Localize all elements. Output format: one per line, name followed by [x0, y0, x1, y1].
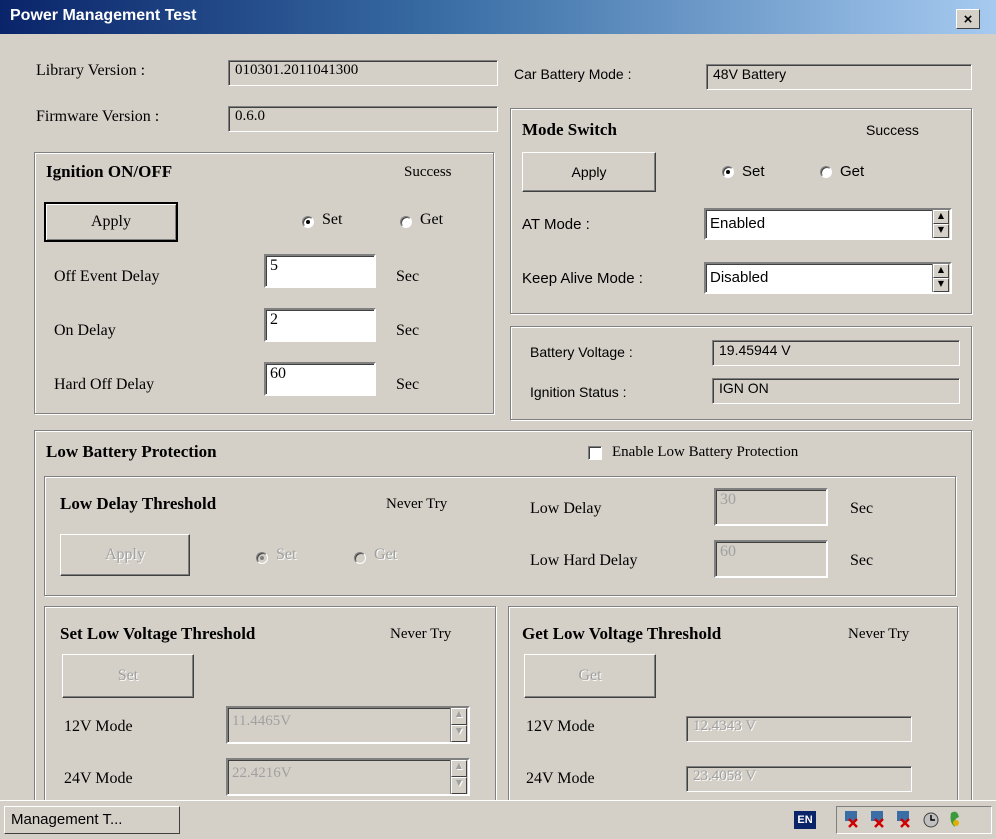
low-hard-delay-label: Low Hard Delay	[530, 552, 638, 569]
tray-app-icon[interactable]	[950, 811, 960, 827]
get-24v-field: 23.4058 V	[686, 766, 912, 792]
car-battery-mode-label: Car Battery Mode :	[514, 66, 632, 82]
set-low-voltage-button[interactable]: Set	[62, 654, 194, 698]
keep-alive-mode-label: Keep Alive Mode :	[522, 270, 643, 287]
on-delay-unit: Sec	[396, 322, 420, 339]
spin-down-icon[interactable]: ▼	[933, 224, 949, 238]
off-event-delay-label: Off Event Delay	[54, 268, 160, 285]
language-indicator[interactable]: EN	[794, 811, 816, 829]
off-event-delay-input[interactable]: 5	[264, 254, 376, 288]
off-event-delay-unit: Sec	[396, 268, 420, 285]
set-24v-spinbox[interactable]: 22.4216V ▲ ▼	[226, 758, 470, 796]
spin-up-icon[interactable]: ▲	[451, 760, 467, 777]
get-low-voltage-button[interactable]: Get	[524, 654, 656, 698]
ignition-status-field: IGN ON	[712, 378, 960, 404]
set-24v-spin-buttons[interactable]: ▲ ▼	[450, 760, 468, 794]
get-24v-mode-label: 24V Mode	[526, 770, 595, 787]
close-button[interactable]: ×	[956, 9, 980, 29]
battery-voltage-field: 19.45944 V	[712, 340, 960, 366]
get-low-voltage-status: Never Try	[848, 626, 910, 642]
mode-switch-get-radio[interactable]	[820, 166, 832, 178]
on-delay-label: On Delay	[54, 322, 116, 339]
low-delay-unit: Sec	[850, 500, 874, 517]
mode-switch-set-radio[interactable]	[722, 166, 734, 178]
ignition-get-radio[interactable]	[400, 216, 412, 228]
window-title: Power Management Test	[10, 7, 197, 24]
enable-low-battery-label: Enable Low Battery Protection	[612, 444, 799, 460]
spin-down-icon[interactable]: ▼	[933, 278, 949, 292]
low-delay-set-label: Set	[276, 546, 297, 563]
set-low-voltage-status: Never Try	[390, 626, 452, 642]
spin-down-icon[interactable]: ▼	[451, 725, 467, 742]
ignition-apply-button[interactable]: Apply	[44, 202, 178, 242]
low-delay-input[interactable]: 30	[714, 488, 828, 526]
set-low-voltage-title: Set Low Voltage Threshold	[60, 624, 256, 643]
firmware-version-field: 0.6.0	[228, 106, 498, 132]
low-delay-threshold-title: Low Delay Threshold	[60, 494, 217, 513]
ignition-status: Success	[404, 164, 452, 180]
set-24v-value: 22.4216V	[232, 765, 292, 781]
mode-switch-get-label: Get	[840, 163, 865, 180]
keep-alive-spin-buttons[interactable]: ▲ ▼	[932, 264, 950, 292]
at-mode-value: Enabled	[710, 215, 766, 232]
get-low-voltage-title: Get Low Voltage Threshold	[522, 624, 722, 643]
low-delay-threshold-status: Never Try	[386, 496, 448, 512]
clock-icon[interactable]	[923, 812, 939, 828]
spin-up-icon[interactable]: ▲	[933, 210, 949, 224]
hard-off-delay-input[interactable]: 60	[264, 362, 376, 396]
low-hard-delay-input[interactable]: 60	[714, 540, 828, 578]
taskbar-task-button[interactable]: Management T...	[4, 806, 180, 834]
get-12v-field: 12.4343 V	[686, 716, 912, 742]
low-delay-get-radio[interactable]	[354, 552, 366, 564]
firmware-version-label: Firmware Version :	[36, 108, 160, 125]
low-delay-get-label: Get	[374, 546, 398, 563]
keep-alive-mode-spinbox[interactable]: Disabled ▲ ▼	[704, 262, 952, 294]
car-battery-mode-field: 48V Battery	[706, 64, 972, 90]
network-disconnected-icon[interactable]	[871, 811, 884, 828]
get-12v-mode-label: 12V Mode	[526, 718, 595, 735]
at-mode-spin-buttons[interactable]: ▲ ▼	[932, 210, 950, 238]
title-bar: Power Management Test ×	[0, 0, 996, 34]
hard-off-delay-unit: Sec	[396, 376, 420, 393]
spin-down-icon[interactable]: ▼	[451, 777, 467, 794]
network-disconnected-icon[interactable]	[897, 811, 910, 828]
system-tray	[836, 806, 992, 834]
at-mode-label: AT Mode :	[522, 216, 590, 233]
set-12v-spinbox[interactable]: 11.4465V ▲ ▼	[226, 706, 470, 744]
ignition-set-radio[interactable]	[302, 216, 314, 228]
mode-switch-apply-button[interactable]: Apply	[522, 152, 656, 192]
low-battery-protection-title: Low Battery Protection	[46, 442, 217, 461]
mode-switch-set-label: Set	[742, 163, 765, 180]
low-delay-set-radio[interactable]	[256, 552, 268, 564]
low-delay-label: Low Delay	[530, 500, 602, 517]
set-24v-mode-label: 24V Mode	[64, 770, 133, 787]
low-hard-delay-unit: Sec	[850, 552, 874, 569]
hard-off-delay-label: Hard Off Delay	[54, 376, 155, 393]
low-delay-apply-button[interactable]: Apply	[60, 534, 190, 576]
library-version-label: Library Version :	[36, 62, 146, 79]
mode-switch-title: Mode Switch	[522, 120, 617, 139]
mode-switch-status: Success	[866, 122, 919, 138]
spin-up-icon[interactable]: ▲	[933, 264, 949, 278]
ignition-get-label: Get	[420, 211, 444, 228]
set-12v-value: 11.4465V	[232, 713, 292, 729]
keep-alive-mode-value: Disabled	[710, 269, 769, 286]
set-12v-mode-label: 12V Mode	[64, 718, 133, 735]
ignition-set-label: Set	[322, 211, 343, 228]
battery-voltage-label: Battery Voltage :	[530, 344, 633, 360]
network-disconnected-icon[interactable]	[845, 811, 858, 828]
set-12v-spin-buttons[interactable]: ▲ ▼	[450, 708, 468, 742]
ignition-title: Ignition ON/OFF	[46, 162, 173, 181]
ignition-status-label: Ignition Status :	[530, 384, 627, 400]
on-delay-input[interactable]: 2	[264, 308, 376, 342]
spin-up-icon[interactable]: ▲	[451, 708, 467, 725]
at-mode-spinbox[interactable]: Enabled ▲ ▼	[704, 208, 952, 240]
enable-low-battery-checkbox[interactable]	[588, 446, 602, 460]
library-version-field: 010301.2011041300	[228, 60, 498, 86]
taskbar: Management T... EN	[0, 800, 996, 839]
